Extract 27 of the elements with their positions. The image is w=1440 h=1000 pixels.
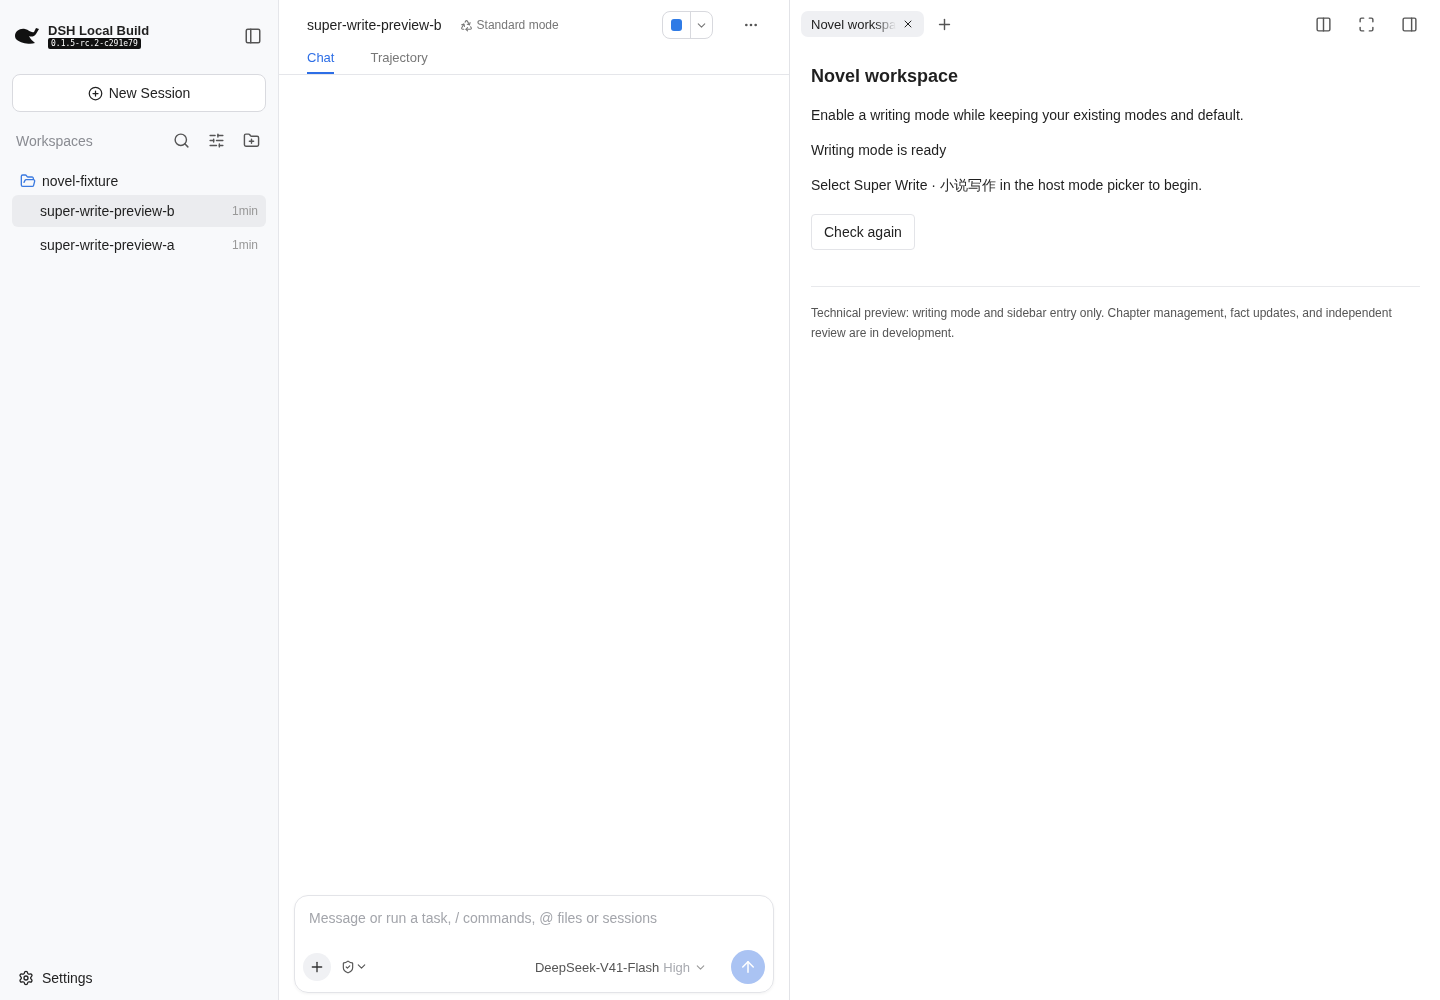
panel-heading: Novel workspace bbox=[811, 66, 960, 87]
preview-note: Technical preview: writing mode and sidebar entry only. Chapter management, fact updates, and independent review are in development. bbox=[811, 286, 1420, 343]
panel-tab[interactable]: Novel workspa bbox=[801, 11, 925, 37]
settings-link[interactable]: Settings bbox=[12, 970, 266, 986]
add-button[interactable] bbox=[303, 953, 331, 981]
instruction-text: Select Super Write · 小说写作 in the host mode picker to begin. bbox=[811, 177, 1204, 195]
mode-label: Standard mode bbox=[476, 18, 559, 32]
plus-icon bbox=[309, 959, 325, 975]
session-item[interactable]: super-write-preview-b 1min bbox=[12, 195, 266, 227]
mode-icon bbox=[459, 18, 473, 32]
status-text: Writing mode is ready bbox=[811, 142, 948, 158]
settings-icon bbox=[18, 970, 34, 986]
version-badge: 0.1.5-rc.2-c291e79 bbox=[48, 38, 141, 49]
session-item[interactable]: super-write-preview-a 1min bbox=[12, 229, 266, 261]
agent-picker[interactable] bbox=[662, 11, 713, 39]
plus-circle-icon bbox=[87, 85, 103, 101]
model-picker[interactable]: DeepSeek-V41-Flash High bbox=[528, 958, 713, 976]
tab[interactable]: Trajectory bbox=[370, 50, 428, 74]
session-title: super-write-preview-b bbox=[307, 17, 442, 33]
check-again-button[interactable]: Check again bbox=[811, 214, 915, 250]
app-name: DSH Local Build bbox=[48, 23, 151, 38]
workspaces-label: Workspaces bbox=[16, 132, 94, 149]
whale-logo-icon bbox=[14, 26, 40, 46]
new-session-button[interactable]: New Session bbox=[12, 74, 266, 112]
intro-text: Enable a writing mode while keeping your existing modes and default. bbox=[811, 107, 1245, 123]
workspace-name[interactable]: novel-fixture bbox=[42, 173, 119, 189]
tab[interactable]: Chat bbox=[307, 50, 335, 74]
